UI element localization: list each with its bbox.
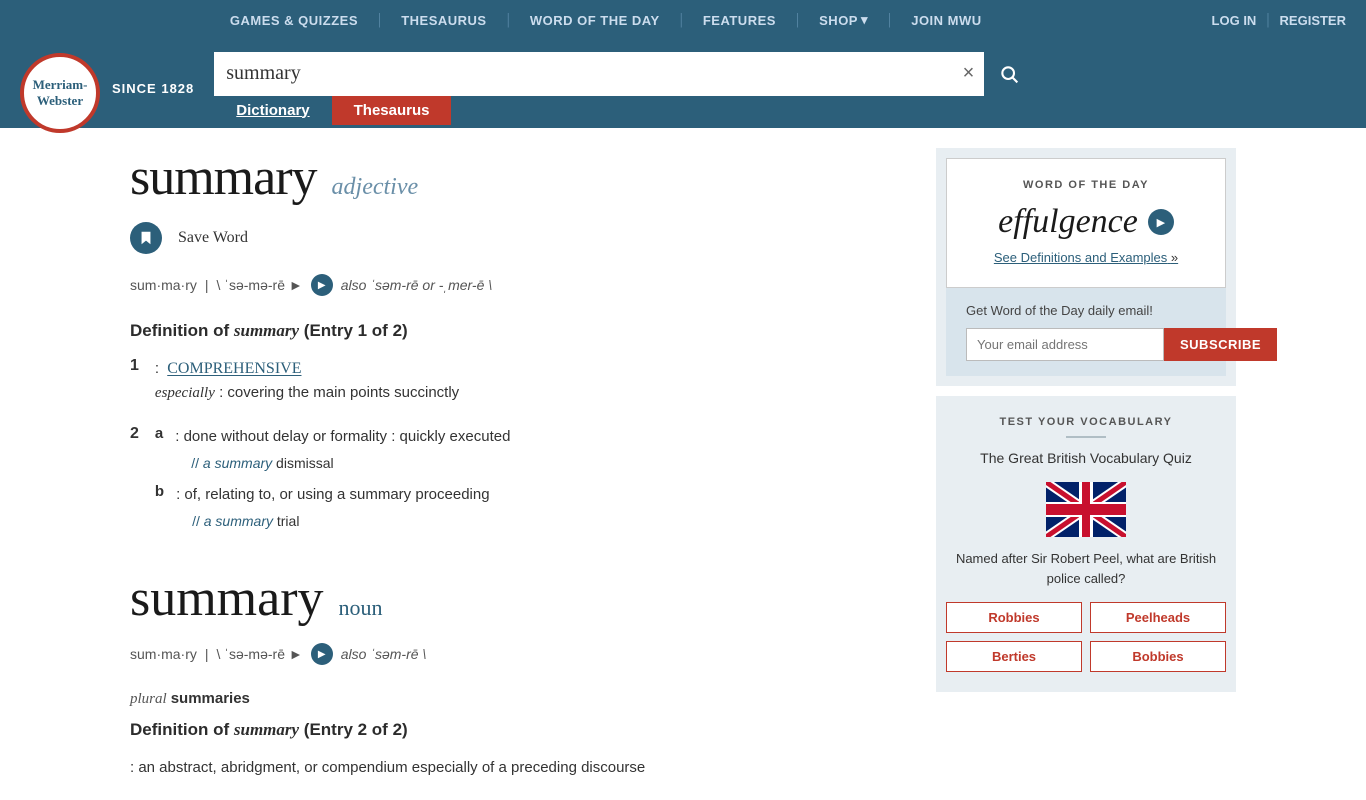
nav-features[interactable]: FEATURES <box>703 13 776 28</box>
syllables-2: sum·ma·ry <box>130 646 197 662</box>
vocab-quiz-title: The Great British Vocabulary Quiz <box>946 450 1226 466</box>
wotd-box: WORD OF THE DAY effulgence ▶ See Definit… <box>946 158 1226 288</box>
word-pos-1: adjective <box>332 174 419 201</box>
save-word-area: Save Word <box>130 222 896 254</box>
login-link[interactable]: LOG IN <box>1212 13 1257 28</box>
def-text-1: : <box>155 360 163 377</box>
search-input[interactable] <box>214 62 952 85</box>
definition-1: 1 : COMPREHENSIVE especially : covering … <box>130 357 896 405</box>
def-num-2: 2 <box>130 425 139 529</box>
quiz-btn-bobbies[interactable]: Bobbies <box>1090 641 1226 672</box>
def-ab-group: a : done without delay or formality : qu… <box>155 425 511 529</box>
quiz-btn-robbies[interactable]: Robbies <box>946 602 1082 633</box>
definition-2: 2 a : done without delay or formality : … <box>130 425 896 529</box>
since-label: SINCE 1828 <box>112 81 194 96</box>
save-word-text: Save Word <box>178 229 248 247</box>
def-2b: b : of, relating to, or using a summary … <box>155 483 511 529</box>
search-icon <box>999 64 1019 84</box>
word-title-1: summary <box>130 148 317 207</box>
email-input[interactable] <box>966 328 1164 361</box>
email-row: SUBSCRIBE <box>966 328 1206 361</box>
syllables-1: sum·ma·ry <box>130 277 197 293</box>
nav-games[interactable]: GAMES & QUIZZES <box>230 13 358 28</box>
nav-thesaurus[interactable]: THESAURUS <box>401 13 486 28</box>
wotd-email-label: Get Word of the Day daily email! <box>966 303 1206 318</box>
word-header-1: summary adjective <box>130 148 896 207</box>
wotd-email-area: Get Word of the Day daily email! SUBSCRI… <box>946 288 1226 376</box>
vocab-label: TEST YOUR VOCABULARY <box>946 416 1226 428</box>
word-header-2: summary noun <box>130 569 896 628</box>
definition-area: summary adjective Save Word sum·ma·ry | … <box>130 148 896 780</box>
def-text-2b: : of, relating to, or using a summary pr… <box>176 486 490 503</box>
main-content: summary adjective Save Word sum·ma·ry | … <box>0 128 1366 800</box>
word-title-2: summary <box>130 569 324 628</box>
wotd-label: WORD OF THE DAY <box>967 179 1205 191</box>
quiz-btn-berties[interactable]: Berties <box>946 641 1082 672</box>
bookmark-icon <box>139 230 153 246</box>
vocab-box: TEST YOUR VOCABULARY The Great British V… <box>936 396 1236 692</box>
vocab-question: Named after Sir Robert Peel, what are Br… <box>946 549 1226 588</box>
wotd-speaker-button[interactable]: ▶ <box>1148 209 1174 235</box>
comprehensive-link[interactable]: COMPREHENSIVE <box>167 360 301 377</box>
word-pos-2: noun <box>339 595 383 621</box>
pron-ipa-2: \ ˈsə-mə-rē ► <box>217 646 303 662</box>
quiz-row-2: Berties Bobbies <box>946 641 1226 672</box>
plural-line: plural summaries <box>130 690 896 708</box>
def-example-2b: // a summary trial <box>192 513 490 529</box>
def-text-2a: : done without delay or formality : quic… <box>175 428 510 445</box>
register-link[interactable]: REGISTER <box>1280 13 1346 28</box>
logo-text: Merriam- Webster <box>33 77 88 108</box>
vocab-divider <box>1066 436 1106 438</box>
def-row-1: 1 : COMPREHENSIVE especially : covering … <box>130 357 896 405</box>
tab-thesaurus[interactable]: Thesaurus <box>332 96 452 125</box>
pron-ipa-1: \ ˈsə-mə-rē ► <box>217 277 303 293</box>
pronunciation-1: sum·ma·ry | \ ˈsə-mə-rē ► ▶ also ˈsəm-rē… <box>130 274 896 296</box>
search-button[interactable] <box>984 52 1034 96</box>
pronunciation-2: sum·ma·ry | \ ˈsə-mə-rē ► ▶ also ˈsəm-rē… <box>130 643 896 665</box>
search-area: × Dictionary Thesaurus <box>214 52 1034 125</box>
def-header-1: Definition of summary (Entry 1 of 2) <box>130 321 896 341</box>
search-box: × <box>214 52 1034 96</box>
logo-link[interactable]: Merriam- Webster SINCE 1828 <box>20 48 194 128</box>
nav-shop[interactable]: SHOP ▾ <box>819 12 868 28</box>
clear-button[interactable]: × <box>953 62 985 85</box>
see-definitions-link[interactable]: See Definitions and Examples » <box>994 250 1178 265</box>
def-text-entry2: : an abstract, abridgment, or compendium… <box>130 756 896 780</box>
quiz-row-1: Robbies Peelheads <box>946 602 1226 633</box>
nav-wotd[interactable]: WORD OF THE DAY <box>530 13 660 28</box>
def-2a: a : done without delay or formality : qu… <box>155 425 511 471</box>
quiz-btn-peelheads[interactable]: Peelheads <box>1090 602 1226 633</box>
def-letter-b: b <box>155 483 164 529</box>
pron-alt-2: also ˈsəm-rē \ <box>341 646 427 662</box>
logo-circle: Merriam- Webster <box>20 53 100 133</box>
search-tabs: Dictionary Thesaurus <box>214 96 1034 125</box>
header-top-bar: GAMES & QUIZZES | THESAURUS | WORD OF TH… <box>0 0 1366 40</box>
top-nav: GAMES & QUIZZES | THESAURUS | WORD OF TH… <box>230 11 982 29</box>
uk-flag-image <box>1046 482 1126 537</box>
quiz-buttons: Robbies Peelheads Berties Bobbies <box>946 602 1226 672</box>
def-content-1: : COMPREHENSIVE especially : covering th… <box>155 357 459 405</box>
bookmark-button[interactable] <box>130 222 162 254</box>
def-letter-a: a <box>155 425 163 471</box>
chevron-down-icon: ▾ <box>861 12 868 28</box>
def-num-1: 1 <box>130 357 139 405</box>
def-row-2: 2 a : done without delay or formality : … <box>130 425 896 529</box>
sidebar-bg: WORD OF THE DAY effulgence ▶ See Definit… <box>936 148 1236 386</box>
header-main: Merriam- Webster SINCE 1828 × Dictionary… <box>0 40 1366 128</box>
pron-alt-1: also ˈsəm-rē or -ˌmer-ē \ <box>341 277 492 293</box>
sidebar: WORD OF THE DAY effulgence ▶ See Definit… <box>936 148 1236 780</box>
tab-dictionary[interactable]: Dictionary <box>214 96 331 125</box>
def-example-2a: // a summary dismissal <box>191 455 510 471</box>
nav-join[interactable]: JOIN MWU <box>911 13 981 28</box>
especially-label: especially <box>155 385 215 401</box>
subscribe-button[interactable]: SUBSCRIBE <box>1164 328 1277 361</box>
plural-label: plural <box>130 691 167 707</box>
wotd-see-link: See Definitions and Examples » <box>967 249 1205 267</box>
header-auth: LOG IN | REGISTER <box>1212 11 1346 29</box>
plural-word: summaries <box>171 690 250 707</box>
def-header-2: Definition of summary (Entry 2 of 2) <box>130 720 896 740</box>
speaker-button-1[interactable]: ▶ <box>311 274 333 296</box>
speaker-button-2[interactable]: ▶ <box>311 643 333 665</box>
wotd-word: effulgence ▶ <box>967 203 1205 241</box>
